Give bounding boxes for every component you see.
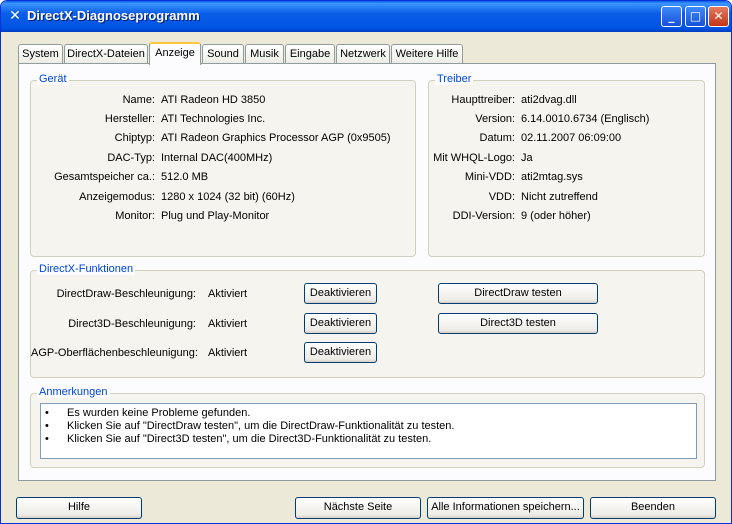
direct3d-test-button[interactable]: Direct3D testen bbox=[438, 313, 598, 334]
device-monitor-label: Monitor: bbox=[115, 210, 155, 222]
x-icon: ✕ bbox=[9, 8, 21, 24]
device-monitor-value: Plug und Play-Monitor bbox=[161, 210, 270, 222]
tab-anzeige[interactable]: Anzeige bbox=[149, 42, 201, 65]
save-all-info-button[interactable]: Alle Informationen speichern... bbox=[427, 497, 584, 519]
directdraw-accel-status: Aktiviert bbox=[208, 288, 248, 300]
title-bar[interactable]: ✕ DirectX-Diagnoseprogramm _ □ ✕ bbox=[1, 1, 731, 32]
driver-date-label: Datum: bbox=[479, 132, 515, 144]
next-page-button[interactable]: Nächste Seite bbox=[295, 497, 421, 519]
tab-netzwerk[interactable]: Netzwerk bbox=[336, 44, 390, 64]
maximize-button[interactable]: □ bbox=[685, 6, 706, 27]
driver-mini-vdd-value: ati2mtag.sys bbox=[521, 171, 583, 183]
tab-weitere-hilfe[interactable]: Weitere Hilfe bbox=[391, 44, 463, 64]
device-name-value: ATI Radeon HD 3850 bbox=[161, 94, 266, 106]
driver-ddi-label: DDI-Version: bbox=[452, 210, 515, 222]
device-chip-value: ATI Radeon Graphics Processor AGP (0x950… bbox=[161, 132, 391, 144]
driver-ddi-value: 9 (oder höher) bbox=[521, 210, 591, 222]
device-dac-value: Internal DAC(400MHz) bbox=[161, 152, 273, 164]
directx-diag-window: ✕ DirectX-Diagnoseprogramm _ □ ✕ System … bbox=[0, 0, 732, 524]
direct3d-disable-button[interactable]: Deaktivieren bbox=[304, 313, 377, 334]
device-maker-value: ATI Technologies Inc. bbox=[161, 113, 266, 125]
driver-main-value: ati2dvag.dll bbox=[521, 94, 577, 106]
driver-vdd-value: Nicht zutreffend bbox=[521, 191, 598, 203]
bullet-icon: • bbox=[45, 407, 49, 419]
agp-accel-label: AGP-Oberflächenbeschleunigung: bbox=[31, 347, 198, 359]
device-group-title: Gerät bbox=[37, 73, 69, 85]
device-memory-value: 512.0 MB bbox=[161, 171, 209, 183]
driver-whql-label: Mit WHQL-Logo: bbox=[433, 152, 515, 164]
tab-directx-dateien[interactable]: DirectX-Dateien bbox=[64, 44, 148, 64]
exit-button[interactable]: Beenden bbox=[590, 497, 716, 519]
bullet-icon: • bbox=[45, 433, 49, 445]
driver-version-label: Version: bbox=[475, 113, 515, 125]
notes-group-title: Anmerkungen bbox=[37, 386, 110, 398]
directdraw-disable-button[interactable]: Deaktivieren bbox=[304, 283, 377, 304]
direct3d-accel-label: Direct3D-Beschleunigung: bbox=[68, 318, 196, 330]
minimize-button[interactable]: _ bbox=[661, 6, 682, 27]
device-display-mode-value: 1280 x 1024 (32 bit) (60Hz) bbox=[161, 191, 295, 203]
notes-textbox[interactable]: • Es wurden keine Probleme gefunden. • K… bbox=[40, 403, 697, 459]
device-maker-label: Hersteller: bbox=[104, 113, 155, 125]
directdraw-accel-label: DirectDraw-Beschleunigung: bbox=[56, 288, 196, 300]
agp-accel-status: Aktiviert bbox=[208, 347, 248, 359]
help-button[interactable]: Hilfe bbox=[16, 497, 142, 519]
driver-group-title: Treiber bbox=[435, 73, 474, 85]
features-group-title: DirectX-Funktionen bbox=[37, 263, 136, 275]
directdraw-test-button[interactable]: DirectDraw testen bbox=[438, 283, 598, 304]
driver-whql-value: Ja bbox=[521, 152, 533, 164]
close-button[interactable]: ✕ bbox=[708, 6, 729, 27]
driver-date-value: 02.11.2007 06:09:00 bbox=[521, 132, 622, 144]
driver-vdd-label: VDD: bbox=[488, 191, 515, 203]
device-memory-label: Gesamtspeicher ca.: bbox=[54, 171, 155, 183]
driver-main-label: Haupttreiber: bbox=[451, 94, 515, 106]
agp-disable-button[interactable]: Deaktivieren bbox=[304, 342, 377, 363]
direct3d-accel-status: Aktiviert bbox=[208, 318, 248, 330]
tab-musik[interactable]: Musik bbox=[245, 44, 284, 64]
device-name-label: Name: bbox=[122, 94, 155, 106]
device-chip-label: Chiptyp: bbox=[114, 132, 155, 144]
tab-system[interactable]: System bbox=[18, 44, 63, 64]
device-display-mode-label: Anzeigemodus: bbox=[79, 191, 155, 203]
tab-eingabe[interactable]: Eingabe bbox=[285, 44, 335, 64]
driver-mini-vdd-label: Mini-VDD: bbox=[464, 171, 515, 183]
bullet-icon: • bbox=[45, 420, 49, 432]
window-title: DirectX-Diagnoseprogramm bbox=[27, 8, 200, 23]
driver-version-value: 6.14.0010.6734 (Englisch) bbox=[521, 113, 650, 125]
device-dac-label: DAC-Typ: bbox=[107, 152, 155, 164]
tab-sound[interactable]: Sound bbox=[202, 44, 244, 64]
